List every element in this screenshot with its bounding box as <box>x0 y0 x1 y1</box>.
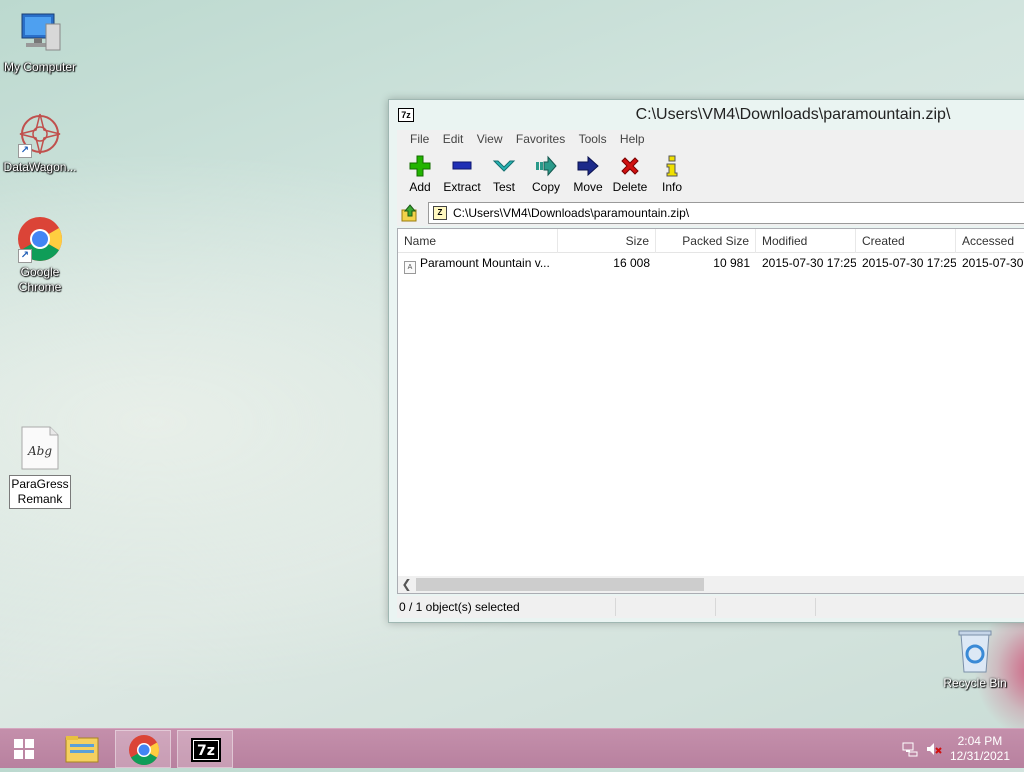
desktop-icon-label: My Computer <box>3 60 77 74</box>
datawagon-icon: ↗ <box>16 110 64 158</box>
desktop-icon-my-computer[interactable]: My Computer <box>0 10 80 75</box>
desktop-icon-label: Google Chrome <box>18 265 62 294</box>
cell-size: 16 008 <box>613 256 650 270</box>
add-label: Add <box>409 180 431 194</box>
table-row[interactable]: A Paramount Mountain v... 16 008 10 981 2… <box>398 253 1024 274</box>
7zip-window: 7z C:\Users\VM4\Downloads\paramountain.z… <box>388 99 1024 623</box>
taskbar-7zip[interactable]: 7z <box>177 730 233 768</box>
chrome-icon <box>129 735 160 766</box>
address-input[interactable]: Z C:\Users\VM4\Downloads\paramountain.zi… <box>428 202 1024 224</box>
scrollbar-thumb[interactable] <box>416 578 704 591</box>
extract-label: Extract <box>443 180 481 194</box>
desktop-icon-paragress[interactable]: Abg ParaGress Remank <box>0 425 80 509</box>
7zip-icon: 7z <box>191 738 221 762</box>
column-header-accessed[interactable]: Accessed <box>956 229 1024 253</box>
status-divider <box>715 598 716 616</box>
desktop-icon-google-chrome[interactable]: ↗ Google Chrome <box>0 215 80 295</box>
delete-label: Delete <box>612 180 648 194</box>
scroll-left-icon[interactable]: ❮ <box>398 576 415 593</box>
desktop-icon-datawagon[interactable]: ↗ DataWagon... <box>0 110 80 175</box>
status-bar: 0 / 1 object(s) selected <box>397 596 1024 618</box>
menu-bar: File Edit View Favorites Tools Help <box>397 130 1024 150</box>
windows-logo-icon <box>14 739 34 759</box>
zip-archive-icon: Z <box>433 206 447 220</box>
menu-edit[interactable]: Edit <box>438 130 469 148</box>
cell-name: A Paramount Mountain v... <box>398 253 558 274</box>
folder-icon <box>65 736 99 763</box>
menu-help[interactable]: Help <box>615 130 650 148</box>
up-folder-button[interactable] <box>401 204 419 222</box>
check-chevron-icon <box>492 160 516 172</box>
plus-icon <box>409 155 431 177</box>
up-folder-icon <box>401 204 417 222</box>
info-icon <box>666 155 678 177</box>
chrome-icon: ↗ <box>16 215 64 263</box>
file-icon: A <box>404 261 416 274</box>
extract-button[interactable]: Extract <box>441 150 483 194</box>
volume-muted-icon[interactable] <box>926 741 942 757</box>
desktop-icon-label: Recycle Bin <box>943 676 1007 690</box>
file-list-header: Name Size Packed Size Modified Created A… <box>398 229 1024 253</box>
info-button[interactable]: Info <box>651 150 693 194</box>
desktop-icon-label: ParaGress Remank <box>9 475 71 509</box>
cell-accessed: 2015-07-30 <box>962 256 1024 270</box>
window-titlebar[interactable]: 7z C:\Users\VM4\Downloads\paramountain.z… <box>389 100 1024 130</box>
cell-modified: 2015-07-30 17:25 <box>762 256 856 270</box>
file-name: Paramount Mountain v... <box>420 256 550 270</box>
test-label: Test <box>492 180 515 194</box>
clock-date: 12/31/2021 <box>949 749 1010 763</box>
shortcut-arrow-icon: ↗ <box>18 144 32 158</box>
status-divider <box>815 598 816 616</box>
horizontal-scrollbar[interactable]: ❮ <box>398 576 1024 593</box>
status-divider <box>615 598 616 616</box>
info-label: Info <box>661 180 682 194</box>
column-header-modified[interactable]: Modified <box>756 229 856 253</box>
delete-button[interactable]: Delete <box>609 150 651 194</box>
start-button[interactable] <box>4 730 44 768</box>
copy-button[interactable]: Copy <box>525 150 567 194</box>
test-button[interactable]: Test <box>483 150 525 194</box>
taskbar: 7z 2:04 PM 12/31/2021 <box>0 728 1024 768</box>
font-file-icon: Abg <box>16 425 64 473</box>
column-header-created[interactable]: Created <box>856 229 956 253</box>
copy-arrow-icon <box>536 155 557 177</box>
cell-packed-size: 10 981 <box>713 256 750 270</box>
clock-time: 2:04 PM <box>957 734 1003 748</box>
toolbar: Add Extract Test Copy Move Delete Info <box>397 150 1024 200</box>
file-list[interactable]: Name Size Packed Size Modified Created A… <box>397 228 1024 594</box>
system-tray: 2:04 PM 12/31/2021 <box>884 729 1024 769</box>
column-header-name[interactable]: Name <box>398 229 558 253</box>
recycle-bin-icon <box>955 628 995 674</box>
move-label: Move <box>573 180 603 194</box>
window-title: C:\Users\VM4\Downloads\paramountain.zip\ <box>635 106 951 123</box>
move-arrow-icon <box>577 155 599 177</box>
computer-icon <box>16 10 64 58</box>
status-text: 0 / 1 object(s) selected <box>399 600 520 614</box>
copy-label: Copy <box>531 180 560 194</box>
desktop-icon-recycle-bin[interactable]: Recycle Bin <box>938 628 1012 690</box>
svg-text:Abg: Abg <box>27 444 52 458</box>
minus-icon <box>452 161 472 170</box>
svg-text:7z: 7z <box>197 743 215 759</box>
address-text: C:\Users\VM4\Downloads\paramountain.zip\ <box>453 206 690 220</box>
taskbar-chrome[interactable] <box>115 730 171 768</box>
menu-favorites[interactable]: Favorites <box>511 130 570 148</box>
address-bar: Z C:\Users\VM4\Downloads\paramountain.zi… <box>397 200 1024 226</box>
desktop-icon-label: DataWagon... <box>3 160 77 174</box>
menu-view[interactable]: View <box>472 130 508 148</box>
x-icon <box>621 157 639 175</box>
shortcut-arrow-icon: ↗ <box>18 249 32 263</box>
menu-tools[interactable]: Tools <box>574 130 612 148</box>
clock[interactable]: 2:04 PM 12/31/2021 <box>950 734 1010 764</box>
column-header-packed-size[interactable]: Packed Size <box>656 229 756 253</box>
column-header-size[interactable]: Size <box>558 229 656 253</box>
network-icon[interactable] <box>902 741 918 757</box>
taskbar-file-explorer[interactable] <box>54 730 110 768</box>
add-button[interactable]: Add <box>399 150 441 194</box>
cell-created: 2015-07-30 17:25 <box>862 256 956 270</box>
move-button[interactable]: Move <box>567 150 609 194</box>
menu-file[interactable]: File <box>405 130 434 148</box>
